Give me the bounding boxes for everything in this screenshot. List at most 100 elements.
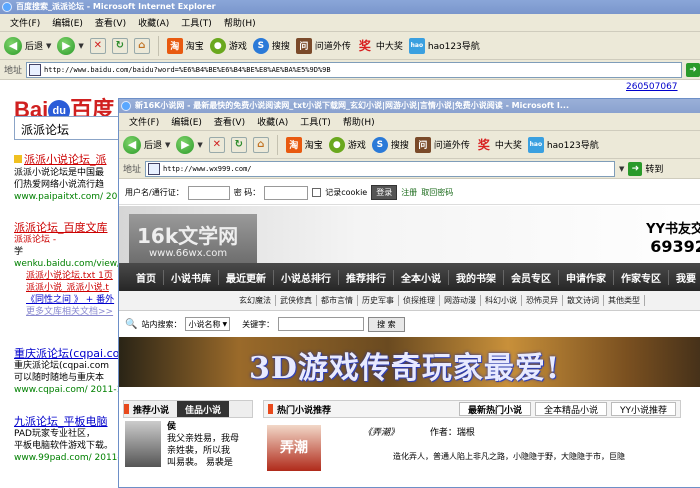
result-title[interactable]: 派派小说论坛_派 <box>24 153 107 166</box>
menu-view[interactable]: 查看(V) <box>208 115 251 128</box>
book-cover[interactable]: 弄潮 <box>267 425 321 471</box>
book-title[interactable]: 《弄潮》 <box>363 428 399 438</box>
category-link[interactable]: 恐怖灵异 <box>522 295 563 306</box>
register-link[interactable]: 注册 <box>401 187 417 198</box>
result-title[interactable]: 重庆派论坛(cqpai.com <box>14 348 130 360</box>
fav-lottery[interactable]: 奖中大奖 <box>476 137 522 153</box>
forward-button[interactable]: ▶ ▼ <box>57 36 84 55</box>
site-search-button[interactable]: 搜 索 <box>368 316 405 332</box>
address-input[interactable]: http://www.baidu.com/baidu?word=%E6%B4%B… <box>26 61 682 78</box>
tab-complete-quality[interactable]: 全本精品小说 <box>534 402 607 416</box>
menu-help[interactable]: 帮助(H) <box>337 115 381 128</box>
home-icon[interactable]: ⌂ <box>133 37 150 54</box>
nav-total-rank[interactable]: 小说总排行 <box>274 269 339 285</box>
baidu-search-input[interactable]: 派派论坛 <box>14 116 122 140</box>
more-docs-link[interactable]: 更多文库相关文档>> <box>14 306 126 318</box>
menu-tools[interactable]: 工具(T) <box>294 115 337 128</box>
menu-file[interactable]: 文件(F) <box>123 115 165 128</box>
go-button[interactable]: ➜ 转到 <box>628 161 663 176</box>
remember-checkbox[interactable] <box>312 188 322 197</box>
result-title[interactable]: 九派论坛_平板电脑 <box>14 416 121 428</box>
fav-sogou[interactable]: S 搜搜 <box>371 136 409 153</box>
chevron-down-icon[interactable]: ▼ <box>165 141 170 149</box>
fav-hao123[interactable]: hao hao123导航 <box>527 136 599 153</box>
category-link[interactable]: 科幻小说 <box>481 295 522 306</box>
category-link[interactable]: 侦探推理 <box>399 295 440 306</box>
home-icon[interactable]: ⌂ <box>252 136 269 153</box>
password-input[interactable] <box>264 185 309 200</box>
fav-hao123[interactable]: hao hao123导航 <box>408 37 480 54</box>
back-button[interactable]: ◀ 后退 ▼ <box>123 135 170 154</box>
menu-favorites[interactable]: 收藏(A) <box>132 16 175 29</box>
site-logo[interactable]: 16k文学网 www.66wx.com <box>129 214 257 266</box>
fav-taobao[interactable]: 淘淘宝 <box>166 37 204 54</box>
category-link[interactable]: 武侠修真 <box>276 295 317 306</box>
nav-more[interactable]: 我要 <box>669 270 700 285</box>
menu-view[interactable]: 查看(V) <box>89 16 132 29</box>
ad-banner[interactable]: 3D游戏传奇玩家最爱! <box>119 337 700 387</box>
retrieve-password-link[interactable]: 取回密码 <box>421 187 453 198</box>
fav-sogou[interactable]: S 搜搜 <box>252 37 290 54</box>
menu-tools[interactable]: 工具(T) <box>175 16 218 29</box>
chevron-down-icon[interactable]: ▼ <box>619 165 624 173</box>
nav-apply-author[interactable]: 申请作家 <box>559 269 614 285</box>
fav-wenzhan[interactable]: 问问道外传 <box>414 136 470 153</box>
username-input[interactable] <box>187 185 230 200</box>
tab-quality[interactable]: 佳品小说 <box>177 401 230 417</box>
refresh-icon[interactable]: ↻ <box>111 37 128 54</box>
go-arrow-icon[interactable]: ➜ <box>686 62 700 77</box>
user-link[interactable]: 260507067 <box>626 82 678 92</box>
stop-icon[interactable]: ✕ <box>208 136 225 153</box>
menu-file[interactable]: 文件(F) <box>4 16 46 29</box>
chevron-down-icon[interactable]: ▼ <box>197 141 202 149</box>
category-link[interactable]: 历史军事 <box>358 295 399 306</box>
nav-library[interactable]: 小说书库 <box>164 269 219 285</box>
refresh-icon[interactable]: ↻ <box>230 136 247 153</box>
chevron-down-icon[interactable]: ▼ <box>78 42 83 50</box>
back-window-titlebar[interactable]: 百度搜索_派派论坛 - Microsoft Internet Explorer <box>0 0 700 14</box>
forward-button[interactable]: ▶ ▼ <box>176 135 203 154</box>
result-sublink[interactable]: 派派小说论坛.txt 1页 <box>14 270 126 282</box>
fav-wenzhan[interactable]: 问问道外传 <box>295 37 351 54</box>
tab-recommended[interactable]: 推荐小说 <box>133 403 177 416</box>
category-link[interactable]: 玄幻魔法 <box>235 295 276 306</box>
result-title[interactable]: 派派论坛_百度文库 <box>14 222 126 234</box>
menu-edit[interactable]: 编辑(E) <box>46 16 89 29</box>
fav-taobao[interactable]: 淘淘宝 <box>285 136 323 153</box>
nav-updates[interactable]: 最近更新 <box>219 269 274 285</box>
menu-help[interactable]: 帮助(H) <box>218 16 262 29</box>
nav-member[interactable]: 会员专区 <box>504 269 559 285</box>
tab-yy-recommend[interactable]: YY小说推荐 <box>611 402 676 416</box>
category-link[interactable]: 散文诗词 <box>563 295 604 306</box>
category-link[interactable]: 网游动漫 <box>440 295 481 306</box>
nav-recommend-rank[interactable]: 推荐排行 <box>339 269 394 285</box>
book-title[interactable]: 侯 <box>167 421 239 433</box>
book-cover[interactable] <box>125 421 161 467</box>
result-sublink[interactable]: 派派小说_派派小说.t <box>14 282 126 294</box>
menu-favorites[interactable]: 收藏(A) <box>251 115 294 128</box>
nav-author-zone[interactable]: 作家专区 <box>614 269 669 285</box>
result-sublink[interactable]: 《同性之间 》 + 番外 <box>14 294 126 306</box>
category-link[interactable]: 都市言情 <box>317 295 358 306</box>
fav-game[interactable]: ● 游戏 <box>328 136 366 153</box>
fav-game[interactable]: ● 游戏 <box>209 37 247 54</box>
search-type-select[interactable]: 小说名称 ▼ <box>185 317 231 331</box>
front-window-titlebar[interactable]: 新16K小说网 - 最新最快的免费小说阅读网_txt小说下载网_玄幻小说|网游小… <box>119 99 700 113</box>
login-button[interactable]: 登录 <box>371 185 398 200</box>
fav-lottery[interactable]: 奖中大奖 <box>357 38 403 54</box>
back-button[interactable]: ◀ 后退 ▼ <box>4 36 51 55</box>
stop-icon[interactable]: ✕ <box>89 37 106 54</box>
back-window-title: 百度搜索_派派论坛 - Microsoft Internet Explorer <box>16 2 216 11</box>
back-address-bar: 地址 http://www.baidu.com/baidu?word=%E6%B… <box>0 60 700 80</box>
nav-bookshelf[interactable]: 我的书架 <box>449 269 504 285</box>
back-toolbar: ◀ 后退 ▼ ▶ ▼ ✕ ↻ ⌂ 淘淘宝 ● 游戏 S 搜搜 问问道外传 奖中大奖 … <box>0 32 700 60</box>
nav-complete[interactable]: 全本小说 <box>394 269 449 285</box>
tab-latest-hot[interactable]: 最新热门小说 <box>458 402 531 416</box>
address-input[interactable]: http://www.wx999.com/ <box>145 160 616 177</box>
front-menubar: 文件(F) 编辑(E) 查看(V) 收藏(A) 工具(T) 帮助(H) <box>119 113 700 131</box>
category-link[interactable]: 其他类型 <box>604 295 645 306</box>
nav-home[interactable]: 首页 <box>129 269 164 285</box>
chevron-down-icon[interactable]: ▼ <box>46 42 51 50</box>
menu-edit[interactable]: 编辑(E) <box>165 115 208 128</box>
keyword-input[interactable] <box>278 317 365 331</box>
